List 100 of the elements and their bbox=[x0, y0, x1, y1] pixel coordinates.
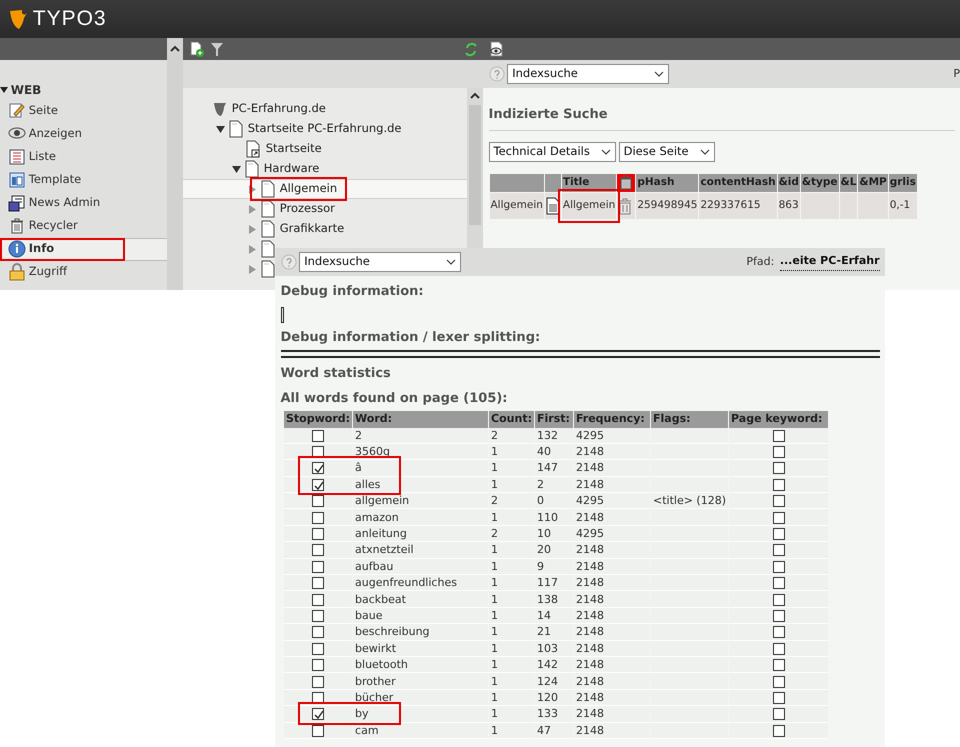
checkbox[interactable] bbox=[312, 626, 324, 638]
table-cell: 1 bbox=[489, 591, 534, 608]
table-cell: 142 bbox=[534, 656, 573, 674]
tree-row[interactable]: Startseite bbox=[183, 139, 467, 159]
module-menu-item[interactable]: News Admin bbox=[0, 192, 167, 214]
table-cell: 117 bbox=[534, 575, 573, 592]
checkbox[interactable] bbox=[312, 544, 324, 556]
checkbox[interactable] bbox=[772, 659, 784, 672]
tree-row[interactable]: PC-Erfahrung.de bbox=[183, 99, 467, 119]
checkbox[interactable] bbox=[772, 626, 784, 638]
expand-triangle-icon[interactable] bbox=[248, 184, 257, 194]
document-icon[interactable] bbox=[546, 196, 560, 214]
checkbox[interactable] bbox=[772, 528, 784, 540]
tree-item-label[interactable]: Startseite PC-Erfahrung.de bbox=[246, 120, 404, 138]
table-cell bbox=[800, 192, 839, 218]
checkbox[interactable] bbox=[772, 512, 784, 524]
filter-icon[interactable] bbox=[210, 41, 224, 57]
checkbox[interactable] bbox=[772, 676, 784, 688]
tree-row[interactable]: Allgemein bbox=[183, 179, 467, 199]
tree-item-label[interactable]: Hardware bbox=[262, 160, 322, 178]
table-cell: Allgemein bbox=[490, 192, 544, 218]
tree-item-label[interactable]: Grafikkarte bbox=[278, 220, 346, 238]
module-menu-item[interactable]: Anzeigen bbox=[0, 122, 167, 146]
tree-item-label[interactable]: Startseite bbox=[264, 140, 324, 158]
checkbox[interactable] bbox=[772, 642, 784, 655]
checkbox[interactable] bbox=[312, 724, 324, 737]
filter-select[interactable]: Diese Seite bbox=[618, 142, 715, 162]
checkbox[interactable] bbox=[772, 708, 784, 720]
path-label: Pfad: bbox=[746, 254, 774, 270]
checkbox[interactable] bbox=[312, 577, 324, 590]
section-heading: Debug information: bbox=[280, 282, 425, 300]
table-cell: 1 bbox=[489, 706, 534, 723]
module-menu-item[interactable]: Zugriff bbox=[0, 260, 167, 284]
table-cell: Allgemein bbox=[562, 192, 616, 218]
checkbox[interactable] bbox=[772, 462, 784, 474]
checkbox[interactable] bbox=[772, 495, 784, 508]
checkbox[interactable] bbox=[772, 594, 784, 606]
table-cell: 1 bbox=[489, 624, 534, 641]
column-header: &L bbox=[840, 174, 858, 192]
table-cell: 40 bbox=[534, 444, 573, 460]
table-cell: 10 bbox=[534, 526, 573, 542]
checkbox[interactable] bbox=[312, 430, 324, 442]
tree-item-label[interactable]: Prozessor bbox=[278, 200, 337, 218]
collapse-triangle-icon[interactable] bbox=[232, 164, 241, 174]
checkbox[interactable] bbox=[312, 676, 324, 688]
refresh-icon[interactable] bbox=[464, 41, 478, 57]
trash-icon[interactable] bbox=[617, 196, 634, 214]
module-menu-item[interactable]: Recycler bbox=[0, 214, 167, 238]
tree-row[interactable]: Startseite PC-Erfahrung.de bbox=[183, 119, 467, 139]
view-page-icon[interactable] bbox=[488, 41, 504, 57]
module-select[interactable]: Indexsuche bbox=[299, 252, 462, 272]
checkbox[interactable] bbox=[772, 446, 784, 458]
collapse-triangle-icon[interactable] bbox=[216, 124, 225, 134]
page-icon bbox=[245, 160, 259, 178]
checkbox[interactable] bbox=[312, 462, 324, 474]
menu-group-title: WEB bbox=[10, 82, 42, 98]
section-heading: Debug information / lexer splitting: bbox=[280, 329, 542, 347]
checkbox[interactable] bbox=[772, 610, 784, 622]
table-cell: 229337615 bbox=[699, 192, 777, 218]
tree-row[interactable]: Hardware bbox=[183, 159, 467, 179]
checkbox[interactable] bbox=[772, 560, 784, 573]
column-header: First: bbox=[534, 411, 573, 428]
tree-row[interactable]: Prozessor bbox=[183, 199, 467, 219]
checkbox[interactable] bbox=[312, 528, 324, 540]
tree-item-label[interactable]: Allgemein bbox=[278, 180, 340, 198]
column-header: Flags: bbox=[650, 411, 728, 428]
checkbox[interactable] bbox=[312, 478, 324, 491]
path-link[interactable]: ...eite PC-Erfahr bbox=[780, 253, 880, 271]
checkbox[interactable] bbox=[772, 724, 784, 737]
checkbox[interactable] bbox=[772, 430, 784, 442]
table-cell: 2148 bbox=[574, 460, 650, 477]
checkbox[interactable] bbox=[772, 577, 784, 590]
checkbox[interactable] bbox=[312, 642, 324, 655]
help-icon bbox=[488, 66, 504, 82]
table-cell: 1 bbox=[489, 722, 534, 739]
checkbox[interactable] bbox=[312, 560, 324, 573]
checkbox[interactable] bbox=[772, 692, 784, 704]
table-cell: beschreibung bbox=[353, 624, 488, 641]
checkbox[interactable] bbox=[312, 495, 324, 508]
module-select[interactable]: Indexsuche bbox=[507, 64, 670, 84]
module-menu-item[interactable]: Template bbox=[0, 168, 167, 192]
module-menu-item[interactable]: Seite bbox=[0, 100, 167, 122]
checkbox[interactable] bbox=[772, 544, 784, 556]
checkbox[interactable] bbox=[312, 708, 324, 720]
new-page-icon[interactable] bbox=[188, 41, 204, 57]
filter-select[interactable]: Technical Details bbox=[488, 142, 616, 162]
checkbox[interactable] bbox=[772, 478, 784, 491]
tree-item-label[interactable]: PC-Erfahrung.de bbox=[230, 100, 328, 118]
collapse-triangle-icon[interactable] bbox=[0, 86, 8, 94]
trash-icon bbox=[8, 217, 26, 235]
checkbox[interactable] bbox=[312, 512, 324, 524]
module-menu-item[interactable]: Liste bbox=[0, 146, 167, 168]
template-icon bbox=[8, 171, 26, 189]
checkbox[interactable] bbox=[312, 610, 324, 622]
checkbox[interactable] bbox=[312, 594, 324, 606]
checkbox[interactable] bbox=[312, 659, 324, 672]
checkbox[interactable] bbox=[312, 692, 324, 704]
tree-row[interactable]: Grafikkarte bbox=[183, 219, 467, 239]
table-cell: brother bbox=[353, 673, 488, 690]
trash-icon[interactable] bbox=[618, 174, 634, 190]
